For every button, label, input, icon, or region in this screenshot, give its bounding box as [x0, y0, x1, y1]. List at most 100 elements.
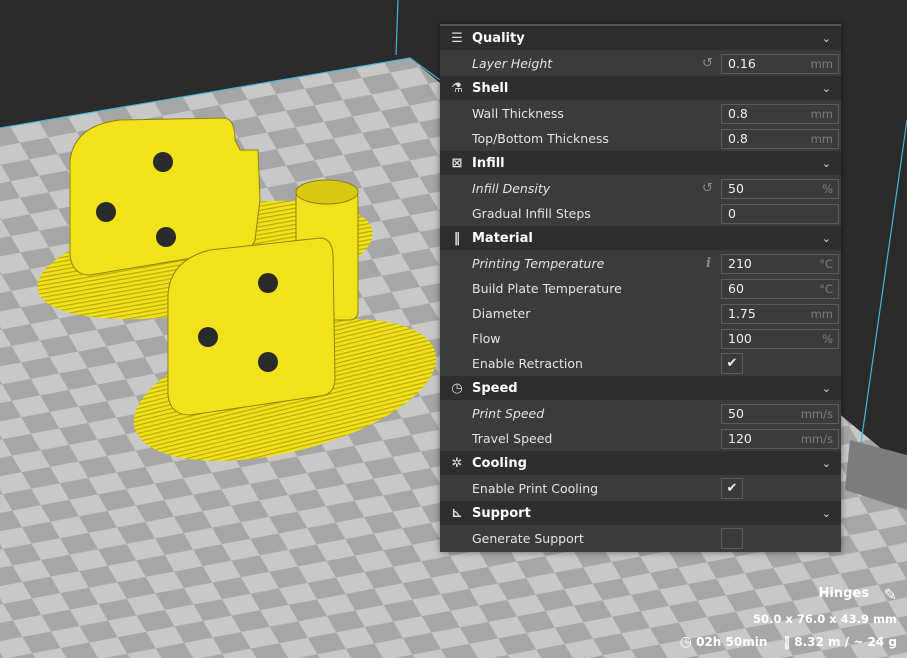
chevron-down-icon[interactable]: ⌄: [822, 76, 831, 101]
setting-travel-speed: Travel Speed 120 mm/s: [440, 426, 841, 451]
setting-input[interactable]: 100%: [721, 329, 839, 349]
setting-checkbox[interactable]: [721, 528, 743, 549]
setting-unit: mm/s: [800, 407, 833, 421]
object-dimensions: 50.0 x 76.0 x 43.9 mm: [753, 612, 897, 626]
setting-unit: °C: [819, 257, 833, 271]
setting-label: Build Plate Temperature: [472, 281, 622, 296]
section-title: Cooling: [472, 456, 527, 471]
setting-label: Gradual Infill Steps: [472, 206, 591, 221]
setting-build-plate-temperature: Build Plate Temperature 60 °C: [440, 276, 841, 301]
speed-icon: ◷: [451, 381, 463, 396]
reset-icon[interactable]: ↺: [702, 51, 713, 76]
hinge-hole: [153, 152, 173, 172]
edit-pencil-icon[interactable]: ✎: [884, 585, 897, 604]
setting-label: Printing Temperature: [472, 256, 605, 271]
setting-input[interactable]: 50%: [721, 179, 839, 199]
section-header-speed[interactable]: ◷ Speed ⌄: [440, 376, 841, 401]
setting-unit: mm: [810, 57, 833, 71]
hinge-hole: [156, 227, 176, 247]
setting-unit: °C: [819, 282, 833, 296]
setting-label: Generate Support: [472, 531, 584, 546]
print-stats: ◷ 02h 50min ‖ 8.32 m / ~ 24 g: [680, 634, 897, 650]
print-settings-panel: ☰ Quality ⌄ Layer Height ↺ 0.16 mm ⚗ Shell ⌄ Wall …: [440, 24, 841, 552]
chevron-down-icon[interactable]: ⌄: [822, 451, 831, 476]
hinge-hole: [96, 202, 116, 222]
hinge-hole: [258, 352, 278, 372]
setting-input[interactable]: 60 °C: [721, 279, 839, 299]
clock-icon: ◷: [679, 634, 692, 650]
print-time: 02h 50min: [696, 635, 768, 649]
setting-infill-density: Infill Density ↺ 50%: [440, 176, 841, 201]
setting-label: Print Speed: [472, 406, 545, 421]
hinge-hole: [198, 327, 218, 347]
section-header-infill[interactable]: ⊠ Infill ⌄: [440, 151, 841, 176]
setting-input[interactable]: 0: [721, 204, 839, 224]
hinge-part-front: [167, 237, 336, 416]
material-icon: ‖: [453, 231, 461, 246]
setting-enable-print-cooling: Enable Print Cooling ✔: [440, 476, 841, 501]
section-header-shell[interactable]: ⚗ Shell ⌄: [440, 76, 841, 101]
setting-unit: mm/s: [800, 432, 833, 446]
setting-label: Flow: [472, 331, 501, 346]
setting-generate-support: Generate Support: [440, 526, 841, 551]
chevron-down-icon[interactable]: ⌄: [822, 26, 831, 51]
cooling-icon: ✲: [451, 456, 463, 471]
setting-value: 1.75: [728, 306, 756, 321]
section-title: Material: [472, 231, 533, 246]
section-header-support[interactable]: ⊾ Support ⌄: [440, 501, 841, 526]
setting-value: 50: [728, 406, 744, 421]
hinge-knuckle-top: [295, 179, 359, 205]
setting-input[interactable]: 0.8 mm: [721, 104, 839, 124]
setting-enable-retraction: Enable Retraction ✔: [440, 351, 841, 376]
info-icon[interactable]: i: [706, 251, 711, 276]
setting-flow: Flow 100%: [440, 326, 841, 351]
setting-value: 0.16: [728, 56, 756, 71]
reset-icon[interactable]: ↺: [702, 176, 713, 201]
setting-label: Wall Thickness: [472, 106, 564, 121]
chevron-down-icon[interactable]: ⌄: [822, 151, 831, 176]
setting-input[interactable]: 1.75 mm: [721, 304, 839, 324]
setting-value: 0.8: [728, 106, 748, 121]
section-header-quality[interactable]: ☰ Quality ⌄: [440, 26, 841, 51]
setting-input[interactable]: 210 °C: [721, 254, 839, 274]
section-title: Shell: [472, 81, 509, 96]
chevron-down-icon[interactable]: ⌄: [822, 501, 831, 526]
chevron-down-icon[interactable]: ⌄: [822, 376, 831, 401]
setting-checkbox[interactable]: ✔: [721, 353, 743, 374]
setting-value: 60: [728, 281, 744, 296]
setting-input[interactable]: 0.8 mm: [721, 129, 839, 149]
setting-checkbox[interactable]: ✔: [721, 478, 743, 499]
setting-value: 0: [728, 206, 736, 221]
quality-icon: ☰: [451, 31, 463, 46]
filament-icon: ‖: [783, 634, 791, 650]
setting-printing-temperature: Printing Temperature i 210 °C: [440, 251, 841, 276]
setting-wall-thickness: Wall Thickness 0.8 mm: [440, 101, 841, 126]
setting-unit: %: [822, 332, 833, 346]
setting-input[interactable]: 50 mm/s: [721, 404, 839, 424]
setting-gradual-infill-steps: Gradual Infill Steps 0: [440, 201, 841, 226]
infill-icon: ⊠: [451, 156, 463, 171]
section-header-cooling[interactable]: ✲ Cooling ⌄: [440, 451, 841, 476]
setting-unit: mm: [810, 107, 833, 121]
setting-layer-height: Layer Height ↺ 0.16 mm: [440, 51, 841, 76]
setting-unit: mm: [810, 307, 833, 321]
setting-label: Enable Retraction: [472, 356, 583, 371]
setting-input[interactable]: 0.16 mm: [721, 54, 839, 74]
setting-label: Travel Speed: [472, 431, 553, 446]
object-name: Hinges: [818, 586, 869, 601]
setting-print-speed: Print Speed 50 mm/s: [440, 401, 841, 426]
setting-label: Enable Print Cooling: [472, 481, 599, 496]
section-title: Infill: [472, 156, 505, 171]
section-header-material[interactable]: ‖ Material ⌄: [440, 226, 841, 251]
setting-unit: mm: [810, 132, 833, 146]
setting-top-bottom-thickness: Top/Bottom Thickness 0.8 mm: [440, 126, 841, 151]
section-title: Quality: [472, 31, 525, 46]
setting-value: 210: [728, 256, 752, 271]
section-title: Speed: [472, 381, 518, 396]
setting-input[interactable]: 120 mm/s: [721, 429, 839, 449]
chevron-down-icon[interactable]: ⌄: [822, 226, 831, 251]
setting-value: 50: [728, 181, 744, 196]
setting-label: Diameter: [472, 306, 531, 321]
section-title: Support: [472, 506, 531, 521]
setting-label: Infill Density: [472, 181, 551, 196]
